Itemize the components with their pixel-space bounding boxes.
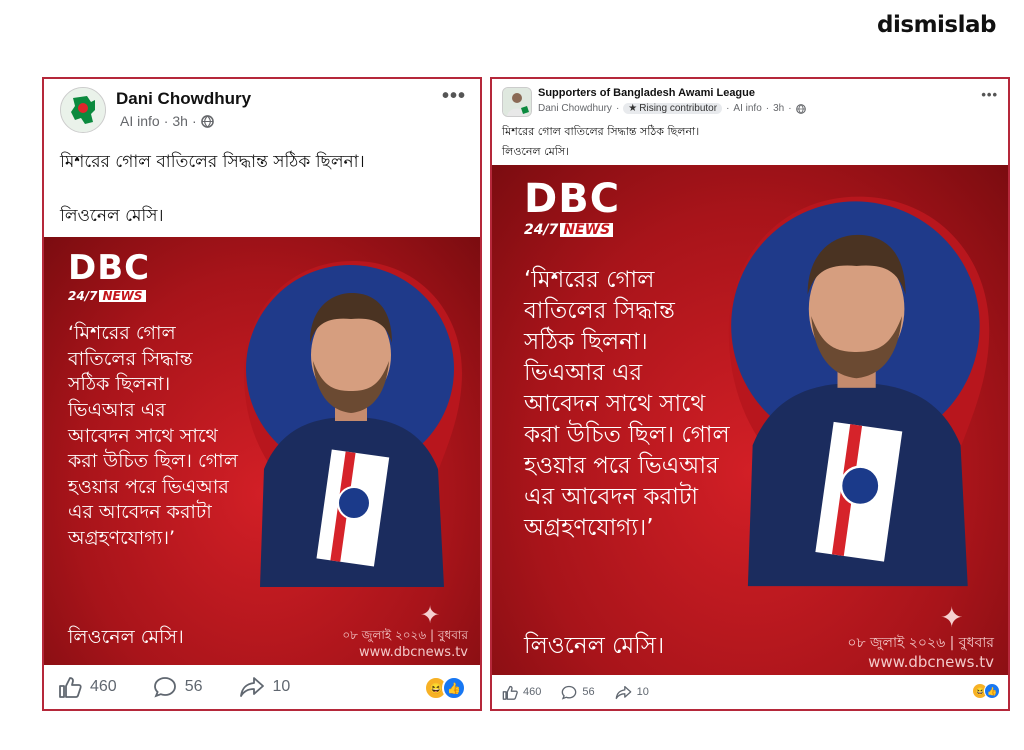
quote-text: ‘মিশরের গোল বাতিলের সিদ্ধান্ত সঠিক ছিলনা… — [524, 267, 730, 542]
facebook-post-2: Supporters of Bangladesh Awami League Da… — [490, 77, 1010, 711]
comment-button[interactable]: 56 — [153, 676, 203, 698]
globe-icon — [795, 103, 806, 114]
group-avatar[interactable] — [502, 87, 532, 117]
share-button[interactable]: 10 — [615, 685, 649, 700]
post-text-line-2: লিওনেল মেসি। — [502, 145, 570, 158]
post-text-line-1: মিশরের গোল বাতিলের সিদ্ধান্ত সঠিক ছিলনা। — [60, 152, 365, 172]
image-date: ০৮ জুলাই ২০২৬ | বুধবার — [342, 628, 468, 642]
ai-info-label[interactable]: AI info — [120, 113, 160, 129]
messi-portrait — [728, 196, 990, 587]
comment-button[interactable]: 56 — [561, 685, 595, 700]
avatar[interactable] — [60, 87, 106, 133]
quote-signature: লিওনেল মেসি। — [524, 633, 665, 659]
bangladesh-map-icon — [61, 88, 105, 132]
share-icon — [239, 677, 264, 697]
dismislab-logo: dismislab — [877, 12, 996, 38]
facebook-post-1: Dani Chowdhury AI info · 3h · ••• মিশরের… — [42, 77, 482, 711]
comment-icon — [562, 685, 577, 700]
sparkle-icon: ✦ — [940, 602, 964, 633]
reaction-icons[interactable]: 😆 👍 — [424, 676, 466, 700]
post-time[interactable]: 3h — [773, 103, 784, 114]
more-options-icon[interactable]: ••• — [981, 87, 998, 102]
post-time[interactable]: 3h — [172, 113, 188, 129]
like-button[interactable]: 460 — [58, 676, 117, 698]
thumbs-up-icon — [502, 685, 518, 700]
like-count: 460 — [90, 678, 117, 695]
like-reaction-icon: 👍 — [984, 683, 1000, 699]
like-count: 460 — [523, 686, 542, 698]
group-name[interactable]: Supporters of Bangladesh Awami League — [538, 87, 755, 99]
dbc-news-logo: DBC 24/7 NEWS — [68, 248, 151, 303]
post-text-line-2: লিওনেল মেসি। — [60, 206, 164, 226]
dbc-news-logo: DBC 24/7 NEWS — [524, 176, 621, 238]
quote-text: ‘মিশরের গোল বাতিলের সিদ্ধান্ত সঠিক ছিলনা… — [68, 322, 238, 550]
group-photo-icon — [503, 88, 531, 116]
post-meta: Dani Chowdhury · ★ Rising contributor · A… — [538, 103, 806, 114]
rising-contributor-badge[interactable]: ★ Rising contributor — [623, 103, 723, 114]
share-count: 10 — [272, 678, 291, 695]
post-image[interactable]: DBC 24/7 NEWS ‘মিশরের গোল বাতিলের সিদ্ধান… — [44, 237, 480, 665]
star-icon: ★ — [628, 103, 638, 114]
comment-icon — [153, 677, 176, 698]
quote-signature: লিওনেল মেসি। — [68, 626, 184, 648]
post-actions: 460 56 10 😆 👍 — [44, 665, 480, 709]
comment-count: 56 — [184, 678, 203, 695]
sparkle-icon: ✦ — [420, 602, 441, 629]
ai-info-label[interactable]: AI info — [733, 103, 761, 114]
post-actions: 460 56 10 😆 👍 — [492, 675, 1008, 709]
like-button[interactable]: 460 — [502, 685, 541, 700]
more-options-icon[interactable]: ••• — [442, 85, 466, 108]
author-name[interactable]: Dani Chowdhury — [538, 103, 612, 114]
post-text-line-1: মিশরের গোল বাতিলের সিদ্ধান্ত সঠিক ছিলনা। — [502, 125, 700, 138]
post-image[interactable]: DBC 24/7 NEWS ‘মিশরের গোল বাতিলের সিদ্ধান… — [492, 165, 1008, 677]
share-count: 10 — [636, 686, 649, 698]
share-button[interactable]: 10 — [239, 676, 291, 698]
share-icon — [615, 685, 631, 699]
author-name[interactable]: Dani Chowdhury — [116, 89, 251, 109]
image-website: www.dbcnews.tv — [868, 653, 994, 671]
thumbs-up-icon — [59, 677, 82, 698]
image-website: www.dbcnews.tv — [358, 645, 468, 660]
messi-portrait — [244, 261, 462, 587]
comment-count: 56 — [582, 686, 595, 698]
globe-icon — [200, 114, 214, 128]
reaction-icons[interactable]: 😆 👍 — [972, 683, 1000, 699]
image-date: ০৮ জুলাই ২০২৬ | বুধবার — [847, 635, 994, 651]
post-meta: AI info · 3h · — [120, 113, 214, 129]
like-reaction-icon: 👍 — [442, 676, 466, 700]
